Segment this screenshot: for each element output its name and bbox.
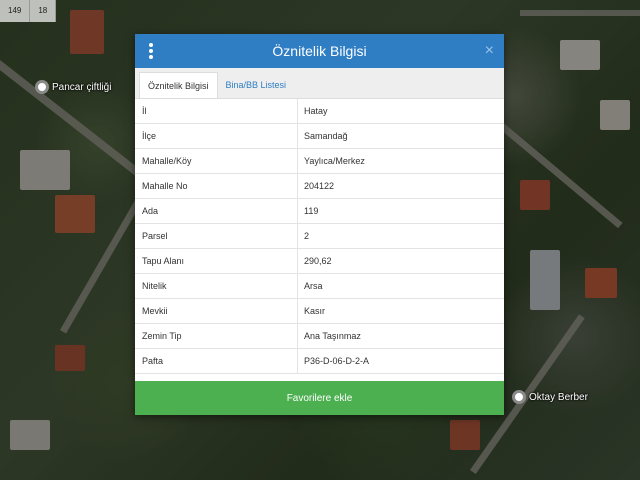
row-value: Samandağ <box>304 131 348 141</box>
modal-header: Öznitelik Bilgisi × <box>135 34 504 68</box>
row-value: P36-D-06-D-2-A <box>304 356 370 366</box>
scale-indicator: 149 18 <box>0 0 57 22</box>
scale-left: 149 <box>0 0 31 22</box>
row-value: Hatay <box>304 106 328 116</box>
table-row: Ada 119 <box>135 199 504 224</box>
row-value: 2 <box>304 231 310 241</box>
row-value: 119 <box>304 206 319 216</box>
table-row: Tapu Alanı 290,62 <box>135 249 504 274</box>
tab-attribute-info[interactable]: Öznitelik Bilgisi <box>139 72 218 98</box>
row-key: Mahalle/Köy <box>135 149 298 173</box>
close-icon[interactable]: × <box>485 42 494 60</box>
row-value: Kasır <box>304 306 326 316</box>
attribute-table: İl Hatay İlçe Samandağ Mahalle/Köy Yaylıca/… <box>135 99 504 374</box>
table-row: Parsel 2 <box>135 224 504 249</box>
row-key: Mahalle No <box>135 174 298 198</box>
poi-label: Oktay Berber <box>529 391 588 403</box>
add-to-favorites-button[interactable]: Favorilere ekle <box>135 381 504 415</box>
row-key: Pafta <box>135 349 298 373</box>
row-key: İlçe <box>135 124 298 148</box>
row-value: Ana Taşınmaz <box>304 331 361 341</box>
location-pin-icon <box>512 390 526 404</box>
row-key: Tapu Alanı <box>135 249 298 273</box>
row-key: Parsel <box>135 224 298 248</box>
table-row: Zemin Tip Ana Taşınmaz <box>135 324 504 349</box>
table-row: Mevkii Kasır <box>135 299 504 324</box>
tab-building-list[interactable]: Bina/BB Listesi <box>218 72 295 98</box>
row-value: 290,62 <box>304 256 332 266</box>
more-vertical-icon[interactable] <box>149 43 155 59</box>
location-pin-icon <box>35 80 49 94</box>
table-row: İlçe Samandağ <box>135 124 504 149</box>
row-key: Ada <box>135 199 298 223</box>
table-row: Nitelik Arsa <box>135 274 504 299</box>
row-key: Zemin Tip <box>135 324 298 348</box>
scale-right: 18 <box>30 0 57 22</box>
table-row: Pafta P36-D-06-D-2-A <box>135 349 504 374</box>
poi-label: Pancar çiftliği <box>52 81 112 93</box>
poi-pancar-ciftligi[interactable]: Pancar çiftliği <box>35 80 111 94</box>
row-key: Nitelik <box>135 274 298 298</box>
modal-tabs: Öznitelik Bilgisi Bina/BB Listesi <box>135 68 504 99</box>
table-row: Mahalle/Köy Yaylıca/Merkez <box>135 149 504 174</box>
modal-title: Öznitelik Bilgisi <box>272 43 367 59</box>
row-key: İl <box>135 99 298 123</box>
row-value: Arsa <box>304 281 323 291</box>
row-key: Mevkii <box>135 299 298 323</box>
table-row: İl Hatay <box>135 99 504 124</box>
row-value: 204122 <box>304 181 335 191</box>
row-value: Yaylıca/Merkez <box>304 156 365 166</box>
attribute-info-modal: Öznitelik Bilgisi × Öznitelik Bilgisi Bi… <box>135 34 504 415</box>
table-row: Mahalle No 204122 <box>135 174 504 199</box>
poi-oktay-berber[interactable]: Oktay Berber <box>512 390 588 404</box>
